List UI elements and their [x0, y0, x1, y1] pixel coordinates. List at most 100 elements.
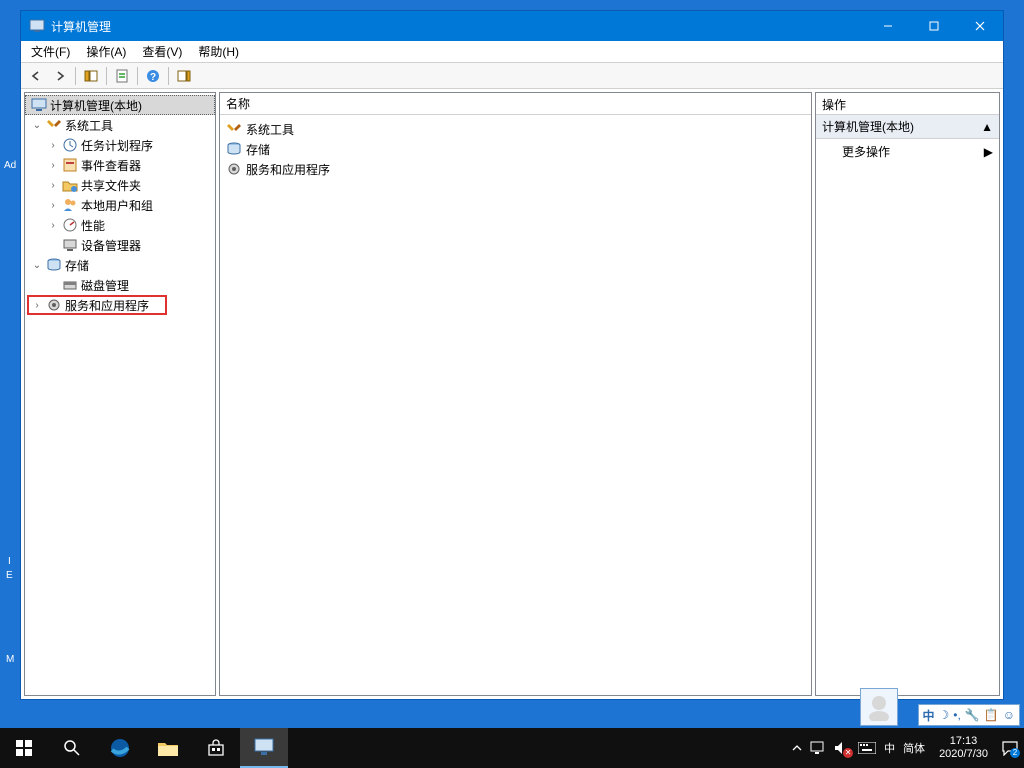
- desktop-label: M: [6, 654, 14, 665]
- ime-punct-icon[interactable]: •,: [953, 708, 961, 722]
- tree-label: 存储: [65, 257, 93, 274]
- tree-event-viewer[interactable]: › 事件查看器: [25, 155, 215, 175]
- tray-time: 17:13: [939, 735, 988, 748]
- toolbar-separator: [137, 67, 138, 85]
- tray-keyboard-icon[interactable]: [858, 742, 876, 754]
- body-area: 计算机管理(本地) ⌄ 系统工具 › 任务计划程序 › 事件查看器: [21, 89, 1003, 699]
- chevron-right-icon[interactable]: ›: [47, 179, 59, 191]
- toolbar-separator: [168, 67, 169, 85]
- maximize-button[interactable]: [911, 11, 957, 41]
- tree-performance[interactable]: › 性能: [25, 215, 215, 235]
- clock-icon: [62, 137, 78, 153]
- taskbar[interactable]: ✕ 中 简体 17:13 2020/7/30 2: [0, 728, 1024, 768]
- titlebar[interactable]: 计算机管理: [21, 11, 1003, 41]
- ime-settings-icon[interactable]: 🔧: [965, 708, 980, 722]
- action-pane-toggle-button[interactable]: [173, 65, 195, 87]
- actions-item-label: 更多操作: [842, 143, 890, 160]
- back-button[interactable]: [25, 65, 47, 87]
- tray-ime-lang[interactable]: 中: [884, 740, 895, 756]
- tray-network-icon[interactable]: [810, 741, 826, 755]
- close-button[interactable]: [957, 11, 1003, 41]
- chevron-right-icon[interactable]: ›: [31, 299, 43, 311]
- ime-avatar[interactable]: [860, 688, 898, 726]
- event-icon: [62, 157, 78, 173]
- tree-root[interactable]: 计算机管理(本地): [25, 95, 215, 115]
- help-button[interactable]: ?: [142, 65, 164, 87]
- chevron-down-icon[interactable]: ⌄: [31, 119, 43, 131]
- tree-label: 服务和应用程序: [65, 297, 153, 314]
- tree-label: 磁盘管理: [81, 277, 133, 294]
- chevron-right-icon[interactable]: ›: [47, 199, 59, 211]
- tree-shared-folders[interactable]: › 共享文件夹: [25, 175, 215, 195]
- tree-services-apps[interactable]: › 服务和应用程序: [25, 295, 215, 315]
- tree-label: 任务计划程序: [81, 137, 157, 154]
- chevron-right-icon: ▶: [984, 145, 993, 159]
- menu-view[interactable]: 查看(V): [134, 41, 190, 62]
- chevron-right-icon[interactable]: ›: [47, 139, 59, 151]
- tree-system-tools[interactable]: ⌄ 系统工具: [25, 115, 215, 135]
- start-button[interactable]: [0, 728, 48, 768]
- services-icon: [46, 297, 62, 313]
- taskbar-file-explorer[interactable]: [144, 728, 192, 768]
- tree-label: 性能: [81, 217, 109, 234]
- ime-clipboard-icon[interactable]: 📋: [984, 708, 999, 722]
- tree-storage[interactable]: ⌄ 存储: [25, 255, 215, 275]
- desktop-background: Ad I E M: [0, 0, 20, 720]
- tray-clock[interactable]: 17:13 2020/7/30: [933, 735, 994, 761]
- taskbar-store[interactable]: [192, 728, 240, 768]
- storage-icon: [226, 141, 242, 157]
- tree-label: 计算机管理(本地): [50, 97, 146, 114]
- chevron-right-icon[interactable]: ›: [47, 159, 59, 171]
- tree-disk-management[interactable]: 磁盘管理: [25, 275, 215, 295]
- device-icon: [62, 237, 78, 253]
- tree-device-manager[interactable]: 设备管理器: [25, 235, 215, 255]
- chevron-down-icon[interactable]: ⌄: [31, 259, 43, 271]
- desktop-label: E: [6, 570, 13, 581]
- list-item[interactable]: 服务和应用程序: [222, 159, 809, 179]
- list-item[interactable]: 系统工具: [222, 119, 809, 139]
- desktop-label: I: [8, 556, 11, 567]
- tree-label: 事件查看器: [81, 157, 145, 174]
- forward-button[interactable]: [49, 65, 71, 87]
- list-item[interactable]: 存储: [222, 139, 809, 159]
- minimize-button[interactable]: [865, 11, 911, 41]
- toolbar-separator: [75, 67, 76, 85]
- tools-icon: [226, 121, 242, 137]
- app-icon: [29, 18, 45, 34]
- list-pane[interactable]: 名称 系统工具 存储 服务和应用程序: [219, 92, 812, 696]
- ime-floating-bar[interactable]: 中 ☽ •, 🔧 📋 ☺: [918, 704, 1021, 726]
- storage-icon: [46, 257, 62, 273]
- list-column-header-name[interactable]: 名称: [220, 93, 811, 115]
- tray-overflow-icon[interactable]: [792, 743, 802, 753]
- search-button[interactable]: [48, 728, 96, 768]
- taskbar-edge[interactable]: [96, 728, 144, 768]
- tree-pane[interactable]: 计算机管理(本地) ⌄ 系统工具 › 任务计划程序 › 事件查看器: [24, 92, 216, 696]
- ime-lang-indicator[interactable]: 中: [923, 707, 935, 724]
- tray-ime-mode[interactable]: 简体: [903, 740, 925, 756]
- tray-action-center-icon[interactable]: 2: [1002, 740, 1018, 756]
- tray-volume-icon[interactable]: ✕: [834, 741, 850, 755]
- menu-action[interactable]: 操作(A): [78, 41, 134, 62]
- toolbar: ?: [21, 63, 1003, 89]
- menu-help[interactable]: 帮助(H): [190, 41, 247, 62]
- chevron-right-icon[interactable]: ›: [47, 219, 59, 231]
- tree-task-scheduler[interactable]: › 任务计划程序: [25, 135, 215, 155]
- actions-more-actions[interactable]: 更多操作 ▶: [816, 139, 999, 164]
- ime-emoji-icon[interactable]: ☺: [1003, 708, 1015, 722]
- menubar: 文件(F) 操作(A) 查看(V) 帮助(H): [21, 41, 1003, 63]
- computer-icon: [31, 97, 47, 113]
- ime-moon-icon[interactable]: ☽: [939, 708, 950, 722]
- services-icon: [226, 161, 242, 177]
- collapse-icon[interactable]: ▲: [981, 120, 993, 134]
- list-item-label: 系统工具: [246, 121, 294, 138]
- taskbar-computer-management[interactable]: [240, 728, 288, 768]
- show-hide-tree-button[interactable]: [80, 65, 102, 87]
- tree-label: 系统工具: [65, 117, 117, 134]
- properties-button[interactable]: [111, 65, 133, 87]
- menu-file[interactable]: 文件(F): [23, 41, 78, 62]
- tree-local-users[interactable]: › 本地用户和组: [25, 195, 215, 215]
- computer-management-window: 计算机管理 文件(F) 操作(A) 查看(V) 帮助(H) ? 计算机管理(本地…: [20, 10, 1004, 700]
- users-icon: [62, 197, 78, 213]
- tray-date: 2020/7/30: [939, 748, 988, 761]
- actions-section-title[interactable]: 计算机管理(本地) ▲: [816, 115, 999, 139]
